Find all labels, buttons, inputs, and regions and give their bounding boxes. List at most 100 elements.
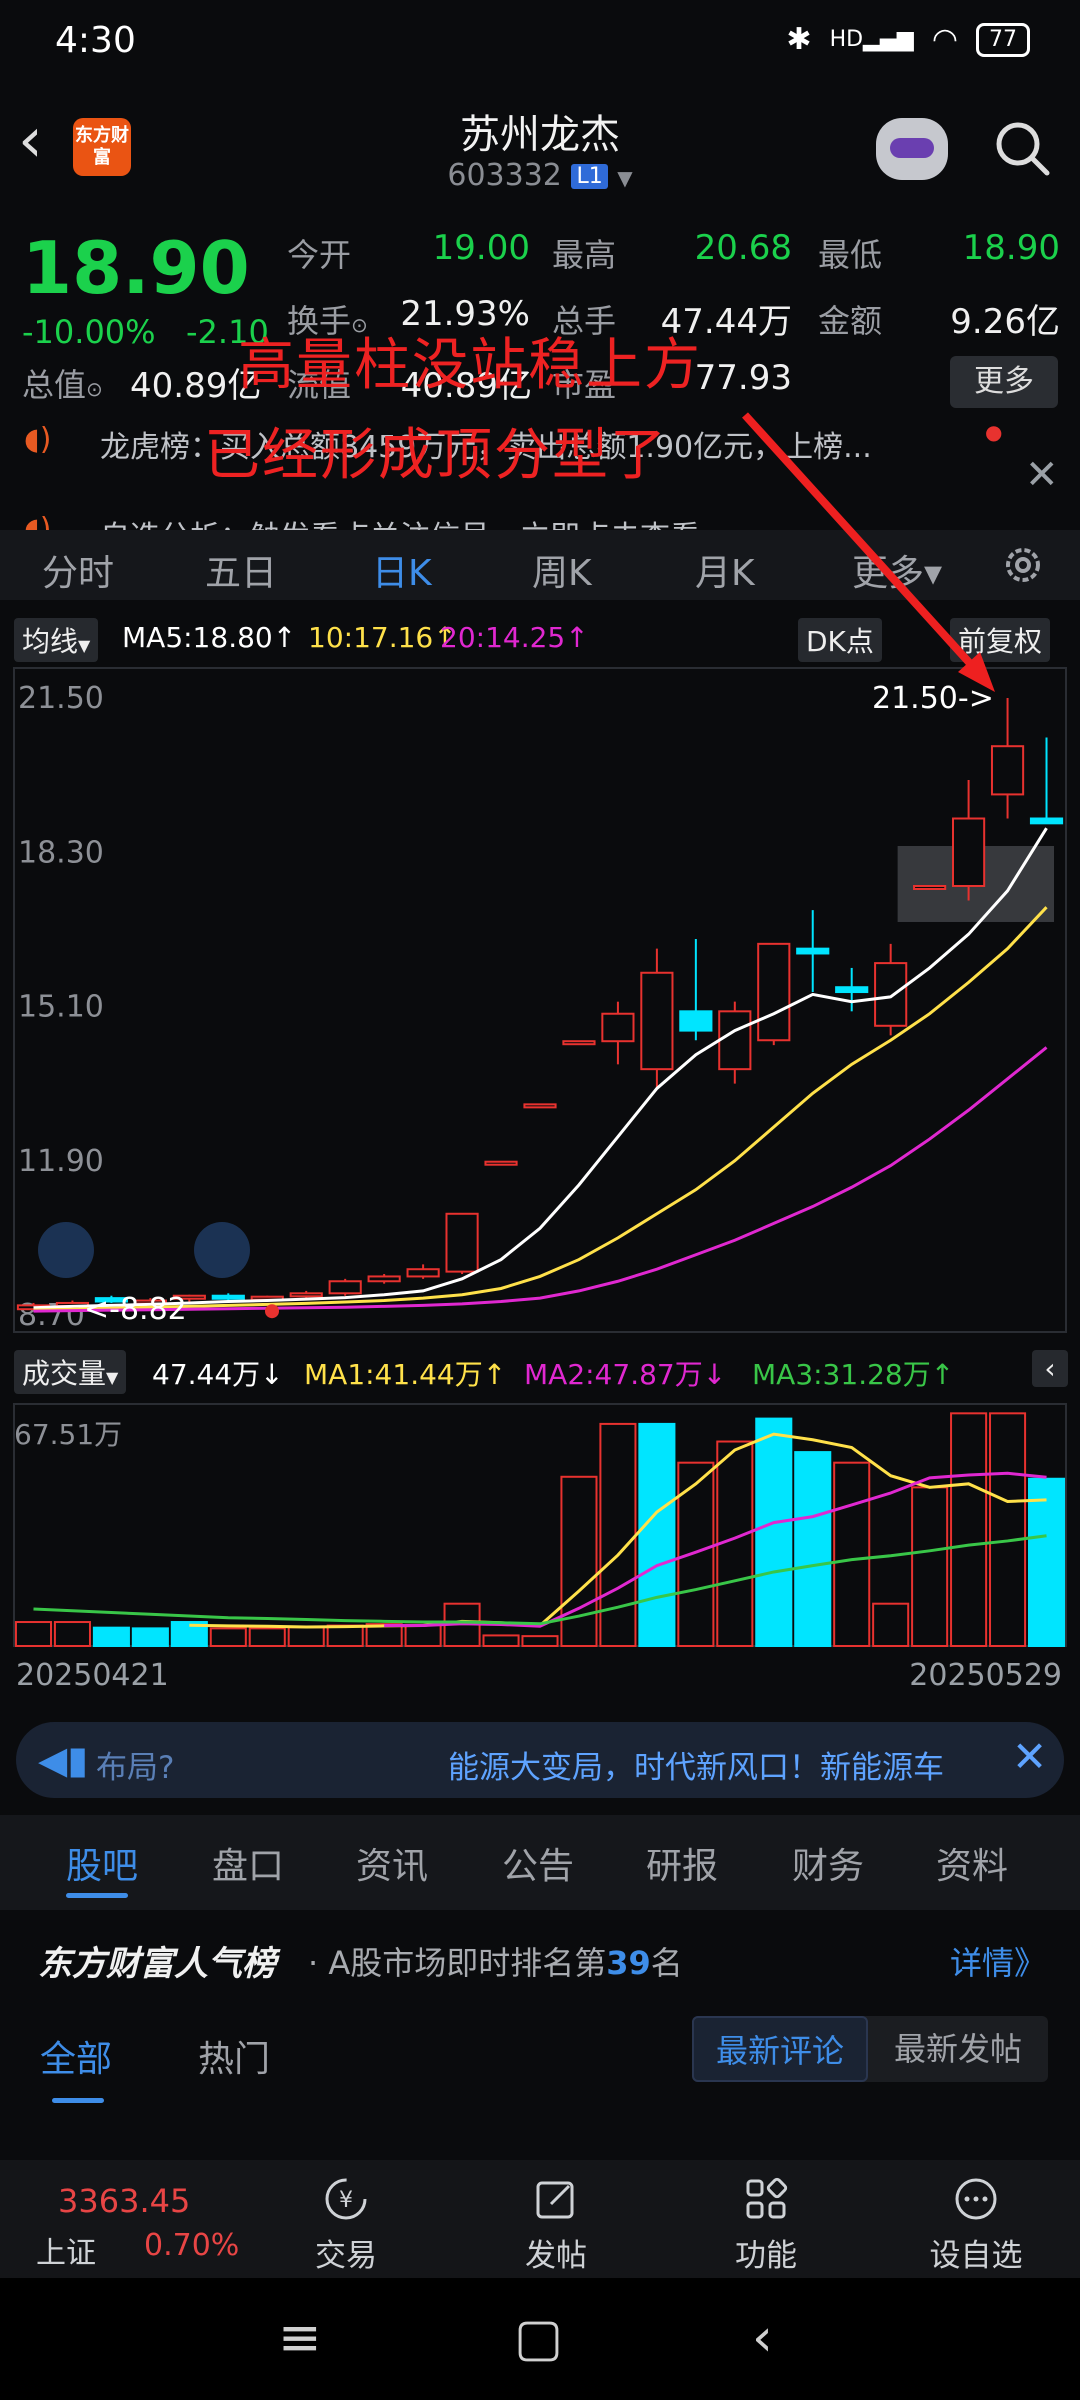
tab-announcements[interactable]: 公告 — [502, 1837, 574, 1889]
nav-label: 设自选 — [929, 2238, 1023, 2274]
ma-line-ma20 — [33, 1046, 1048, 1313]
system-nav-bar: ≡ ▢ ‹ — [0, 2278, 1080, 2400]
promo-banner[interactable]: ◀▮ 布局? 能源大变局，时代新风口！新能源车 ✕ — [16, 1722, 1064, 1798]
candle-body — [211, 1294, 245, 1300]
volume-bar — [482, 1634, 520, 1647]
candle-body — [718, 1010, 752, 1071]
index-value: 3363.45 — [58, 2182, 191, 2220]
candle-body — [289, 1292, 323, 1298]
index-percent: 0.70% — [144, 2228, 240, 2263]
volume-bar — [326, 1624, 364, 1647]
candle-body — [757, 942, 791, 1042]
popularity-brand: 东方财富人气榜 — [38, 1944, 276, 1984]
volume-bar — [755, 1417, 793, 1647]
nav-trade[interactable]: ¥ 交易 — [276, 2166, 416, 2275]
tab-financials[interactable]: 财务 — [792, 1837, 864, 1889]
volume-bar — [872, 1602, 910, 1648]
vol-ma3-value: MA3:31.28万↑ — [752, 1358, 955, 1391]
promo-prefix: 布局? — [96, 1750, 175, 1786]
y-tick-label: 18.30 — [18, 835, 104, 870]
edit-icon — [536, 2181, 574, 2219]
nav-label: 交易 — [315, 2238, 377, 2274]
fullscreen-icon — [194, 1222, 250, 1278]
collapse-icon[interactable]: ‹ — [1032, 1350, 1068, 1387]
volume-bar — [131, 1627, 169, 1648]
volume-bar — [92, 1626, 130, 1648]
nav-post[interactable]: 发帖 — [486, 2166, 626, 2275]
expand-icon — [38, 1222, 94, 1278]
megaphone-icon: ◀▮ — [38, 1738, 89, 1782]
volume-bar — [53, 1621, 91, 1647]
volume-bar — [404, 1623, 442, 1648]
tab-news[interactable]: 资讯 — [356, 1837, 428, 1889]
tab-research[interactable]: 研报 — [646, 1837, 718, 1889]
y-tick-label: 15.10 — [18, 990, 104, 1025]
y-tick-label: 11.90 — [18, 1144, 104, 1179]
volume-bar — [911, 1486, 949, 1647]
candle-body — [835, 986, 869, 994]
sort-latest-post[interactable]: 最新发帖 — [868, 2016, 1048, 2082]
candle-body — [367, 1275, 401, 1283]
nav-label: 功能 — [735, 2238, 797, 2274]
details-link[interactable]: 详情》 — [950, 1938, 1046, 1984]
volume-bar — [677, 1461, 715, 1647]
volume-chart[interactable]: 67.51万 — [0, 1400, 1080, 1650]
candle-body — [640, 971, 674, 1071]
sort-toggle: 最新评论 最新发帖 — [692, 2016, 1048, 2082]
sort-latest-comment[interactable]: 最新评论 — [692, 2016, 868, 2082]
candle-body — [952, 817, 986, 887]
volume-bar — [209, 1627, 247, 1648]
volume-bar — [560, 1475, 598, 1647]
grid-icon — [746, 2177, 788, 2219]
volume-bar — [287, 1626, 325, 1647]
home-icon[interactable]: ▢ — [514, 2308, 563, 2368]
close-icon[interactable]: ✕ — [1012, 1732, 1047, 1781]
candle-body — [484, 1160, 518, 1166]
candle-body — [913, 884, 947, 890]
promo-text: 能源大变局，时代新风口！新能源车 — [448, 1750, 944, 1786]
popularity-ranking[interactable]: 东方财富人气榜 · A股市场即时排名第39名 详情》 — [0, 1930, 1080, 1990]
index-name: 上证 — [36, 2236, 96, 2271]
candle-body — [601, 1012, 635, 1043]
date-start: 20250421 — [16, 1658, 169, 1693]
popularity-rank: 39 — [606, 1944, 651, 1982]
bottom-nav: 3363.45 上证 0.70% ¥ 交易 发帖 功能 设自选 — [0, 2160, 1080, 2278]
candle-body — [874, 962, 908, 1027]
candle-body — [679, 1010, 713, 1032]
nav-add-watchlist[interactable]: 设自选 — [906, 2166, 1046, 2275]
tab-guba[interactable]: 股吧 — [66, 1837, 138, 1889]
volume-bar — [599, 1422, 637, 1648]
subchart-type-select[interactable]: 成交量▼ — [14, 1350, 127, 1394]
more-circle-icon — [955, 2178, 997, 2220]
svg-text:¥: ¥ — [339, 2188, 353, 2213]
candle-body — [523, 1103, 557, 1109]
volume-bar — [248, 1627, 286, 1648]
candle-body — [562, 1040, 596, 1046]
ma-line-ma5 — [33, 827, 1048, 1310]
candle-body — [406, 1268, 440, 1278]
volume-y-max-label: 67.51万 — [14, 1418, 122, 1451]
volume-bar — [14, 1621, 53, 1647]
arrow-line — [742, 412, 988, 683]
tab-hot[interactable]: 热门 — [198, 2030, 270, 2082]
volume-bar — [794, 1451, 832, 1647]
volume-bar — [833, 1461, 871, 1647]
volume-bar — [950, 1412, 988, 1647]
volume-bar — [521, 1635, 559, 1648]
vol-ma1-value: MA1:41.44万↑ — [304, 1358, 507, 1391]
candle-body — [328, 1280, 362, 1295]
tab-order-book[interactable]: 盘口 — [212, 1837, 284, 1889]
volume-bar — [989, 1412, 1027, 1647]
back-nav-icon[interactable]: ‹ — [752, 2308, 773, 2368]
tab-profile[interactable]: 资料 — [936, 1837, 1008, 1889]
candle-body — [796, 947, 830, 955]
date-end: 20250529 — [909, 1658, 1062, 1693]
nav-functions[interactable]: 功能 — [696, 2166, 836, 2275]
volume-bar — [1027, 1477, 1066, 1647]
volume-legend: 成交量▼ 47.44万↓ MA1:41.44万↑ MA2:47.87万↓ MA3… — [0, 1350, 1080, 1394]
active-tab-indicator — [66, 1893, 128, 1898]
popularity-text: · A股市场即时排名第39名 — [308, 1944, 683, 1982]
tab-all[interactable]: 全部 — [40, 2030, 112, 2082]
menu-icon[interactable]: ≡ — [278, 2308, 322, 2368]
min-dot — [265, 1304, 279, 1319]
